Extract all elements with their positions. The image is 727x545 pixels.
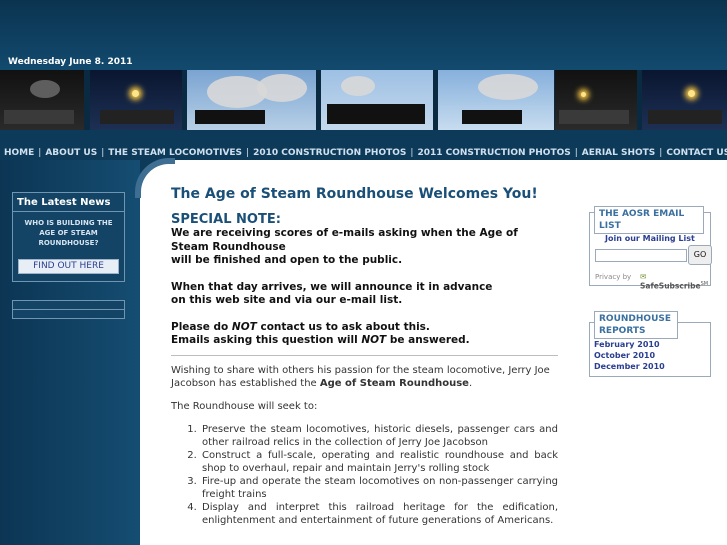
banner-photo-steam-plume <box>187 70 316 130</box>
main-content: The Age of Steam Roundhouse Welcomes You… <box>171 186 558 527</box>
banner-photo-locomotive-night <box>90 70 182 130</box>
latest-news-title: The Latest News <box>13 193 124 212</box>
nav-aerial-shots[interactable]: AERIAL SHOTS <box>582 148 656 158</box>
goals-list: Preserve the steam locomotives, historic… <box>200 423 558 527</box>
page-title: The Age of Steam Roundhouse Welcomes You… <box>171 186 538 202</box>
list-item: Construct a full-scale, operating and re… <box>200 449 558 475</box>
notice-paragraph-1: We are receiving scores of e-mails askin… <box>171 227 558 268</box>
list-item: Display and interpret this railroad heri… <box>200 501 558 527</box>
latest-news-text: WHO IS BUILDING THE AGE OF STEAM ROUNDHO… <box>24 219 113 247</box>
photo-banner <box>0 70 727 130</box>
main-nav: HOME | ABOUT US | THE STEAM LOCOMOTIVES | 2010… <box>0 140 727 160</box>
nav-separator: | <box>659 148 663 158</box>
nav-steam-locomotives[interactable]: THE STEAM LOCOMOTIVES <box>108 148 242 158</box>
emphasis-not: NOT <box>231 320 257 333</box>
emphasis-not: NOT <box>361 334 387 346</box>
nav-separator: | <box>574 148 578 158</box>
service-mark: SM <box>700 281 709 287</box>
notice-paragraph-2: When that day arrives, we will announce … <box>171 281 558 308</box>
list-item: Preserve the steam locomotives, historic… <box>200 423 558 449</box>
nav-separator: | <box>410 148 414 158</box>
notice-text: on this web site and via our e-mail list… <box>171 294 403 306</box>
report-link-december-2010[interactable]: December 2010 <box>594 361 665 372</box>
intro-emphasis: Age of Steam Roundhouse <box>319 377 469 389</box>
divider <box>171 354 558 356</box>
content-corner-border <box>135 158 175 198</box>
seek-paragraph: The Roundhouse will seek to: <box>171 400 318 412</box>
nav-home[interactable]: HOME <box>4 148 34 158</box>
notice-text: When that day arrives, we will announce … <box>171 280 493 293</box>
mailing-list-title: THE AOSR EMAIL LIST <box>594 206 704 234</box>
mailing-list-box: THE AOSR EMAIL LIST Join our Mailing Lis… <box>589 206 712 291</box>
banner-photo-locomotive-side <box>321 70 433 130</box>
notice-text: will be finished and open to the public. <box>171 254 403 266</box>
nav-separator: | <box>101 148 105 158</box>
notice-text: Please do <box>171 320 232 333</box>
reports-list: February 2010 October 2010 December 2010 <box>594 339 665 372</box>
nav-2011-construction-photos[interactable]: 2011 CONSTRUCTION PHOTOS <box>417 148 570 158</box>
notice-text: We are receiving scores of e-mails askin… <box>171 227 518 253</box>
safesubscribe-text: SafeSubscribe <box>640 281 701 291</box>
special-note-heading: SPECIAL NOTE: <box>171 212 281 227</box>
banner-photo-steam-train <box>438 70 554 130</box>
notice-paragraph-3: Please do NOT contact us to ask about th… <box>171 321 558 348</box>
nav-separator: | <box>246 148 250 158</box>
intro-text: . <box>468 377 473 389</box>
banner-photo-locomotive-dark <box>555 70 637 130</box>
banner-photo-locomotive-headlight <box>642 70 727 130</box>
nav-about-us[interactable]: ABOUT US <box>45 148 97 158</box>
header-bar: Wednesday June 8. 2011 <box>0 0 727 70</box>
email-input[interactable] <box>595 249 687 262</box>
current-date: Wednesday June 8. 2011 <box>8 57 133 67</box>
latest-news-box: The Latest News WHO IS BUILDING THE AGE … <box>12 192 125 282</box>
privacy-label: Privacy by <box>595 273 632 281</box>
safesubscribe-logo: ✉ SafeSubscribeSM <box>640 272 710 291</box>
list-item: Fire-up and operate the steam locomotive… <box>200 475 558 501</box>
roundhouse-reports-title: ROUNDHOUSE REPORTS <box>594 311 678 339</box>
notice-text: be answered. <box>386 334 470 346</box>
intro-paragraph: Wishing to share with others his passion… <box>171 364 558 390</box>
find-out-here-button[interactable]: FIND OUT HERE <box>18 259 119 274</box>
report-link-october-2010[interactable]: October 2010 <box>594 350 665 361</box>
nav-separator: | <box>38 148 42 158</box>
checkmark-envelope-icon: ✉ <box>640 272 647 281</box>
nav-2010-construction-photos[interactable]: 2010 CONSTRUCTION PHOTOS <box>253 148 406 158</box>
sidebar-empty-box <box>12 300 125 319</box>
go-button[interactable]: GO <box>688 245 712 265</box>
report-link-february-2010[interactable]: February 2010 <box>594 339 665 350</box>
roundhouse-reports-box: ROUNDHOUSE REPORTS February 2010 October… <box>589 311 711 377</box>
banner-photo-locomotive-1 <box>0 70 84 130</box>
notice-text: contact us to ask about this. <box>256 320 430 333</box>
notice-text: Emails asking this question will <box>171 334 362 346</box>
nav-contact-us[interactable]: CONTACT US <box>666 148 727 158</box>
join-mailing-list-link[interactable]: Join our Mailing List <box>605 234 695 243</box>
